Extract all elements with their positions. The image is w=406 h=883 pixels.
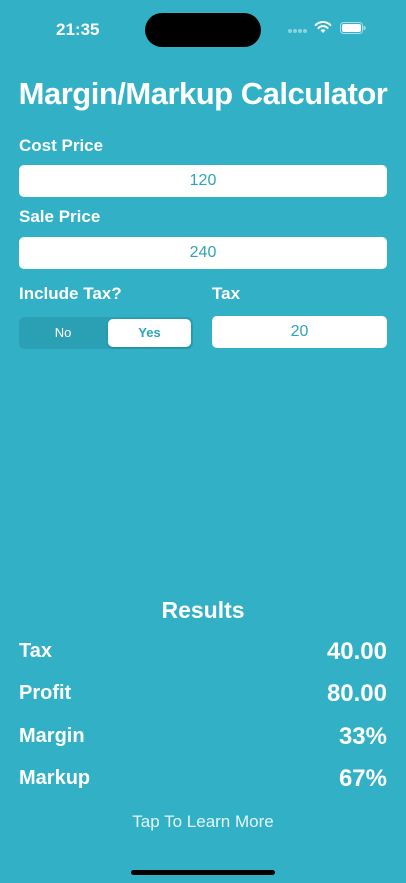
status-bar: 21:35 [0, 0, 406, 60]
wifi-icon [314, 21, 332, 33]
result-label: Tax [19, 640, 52, 662]
home-indicator[interactable] [131, 870, 275, 875]
tax-input[interactable] [212, 316, 387, 348]
result-value: 80.00 [326, 680, 387, 707]
result-label: Markup [19, 767, 91, 789]
result-row-margin: Margin 33% [19, 723, 387, 755]
status-time: 21:35 [56, 20, 100, 39]
battery-icon [340, 22, 366, 34]
sale-price-label: Sale Price [19, 207, 101, 226]
result-label: Profit [19, 682, 72, 704]
tax-option-no[interactable]: No [21, 319, 105, 347]
sale-price-input[interactable] [19, 237, 387, 269]
learn-more-link[interactable]: Tap To Learn More [0, 812, 406, 832]
cost-price-label: Cost Price [19, 136, 104, 155]
include-tax-label: Include Tax? [19, 284, 122, 303]
result-value: 67% [338, 765, 387, 792]
tax-label: Tax [212, 284, 241, 303]
result-row-tax: Tax 40.00 [19, 638, 387, 670]
results-title: Results [161, 597, 245, 623]
dynamic-island [145, 13, 261, 47]
result-value: 40.00 [326, 638, 387, 665]
cellular-signal-icon [288, 29, 310, 35]
result-label: Margin [19, 725, 85, 747]
result-row-profit: Profit 80.00 [19, 680, 387, 712]
result-value: 33% [338, 723, 387, 750]
include-tax-toggle[interactable]: No Yes [19, 317, 193, 349]
cost-price-input[interactable] [19, 165, 387, 197]
app-title: Margin/Markup Calculator [18, 76, 388, 111]
tax-option-yes[interactable]: Yes [108, 319, 191, 347]
result-row-markup: Markup 67% [19, 765, 387, 797]
